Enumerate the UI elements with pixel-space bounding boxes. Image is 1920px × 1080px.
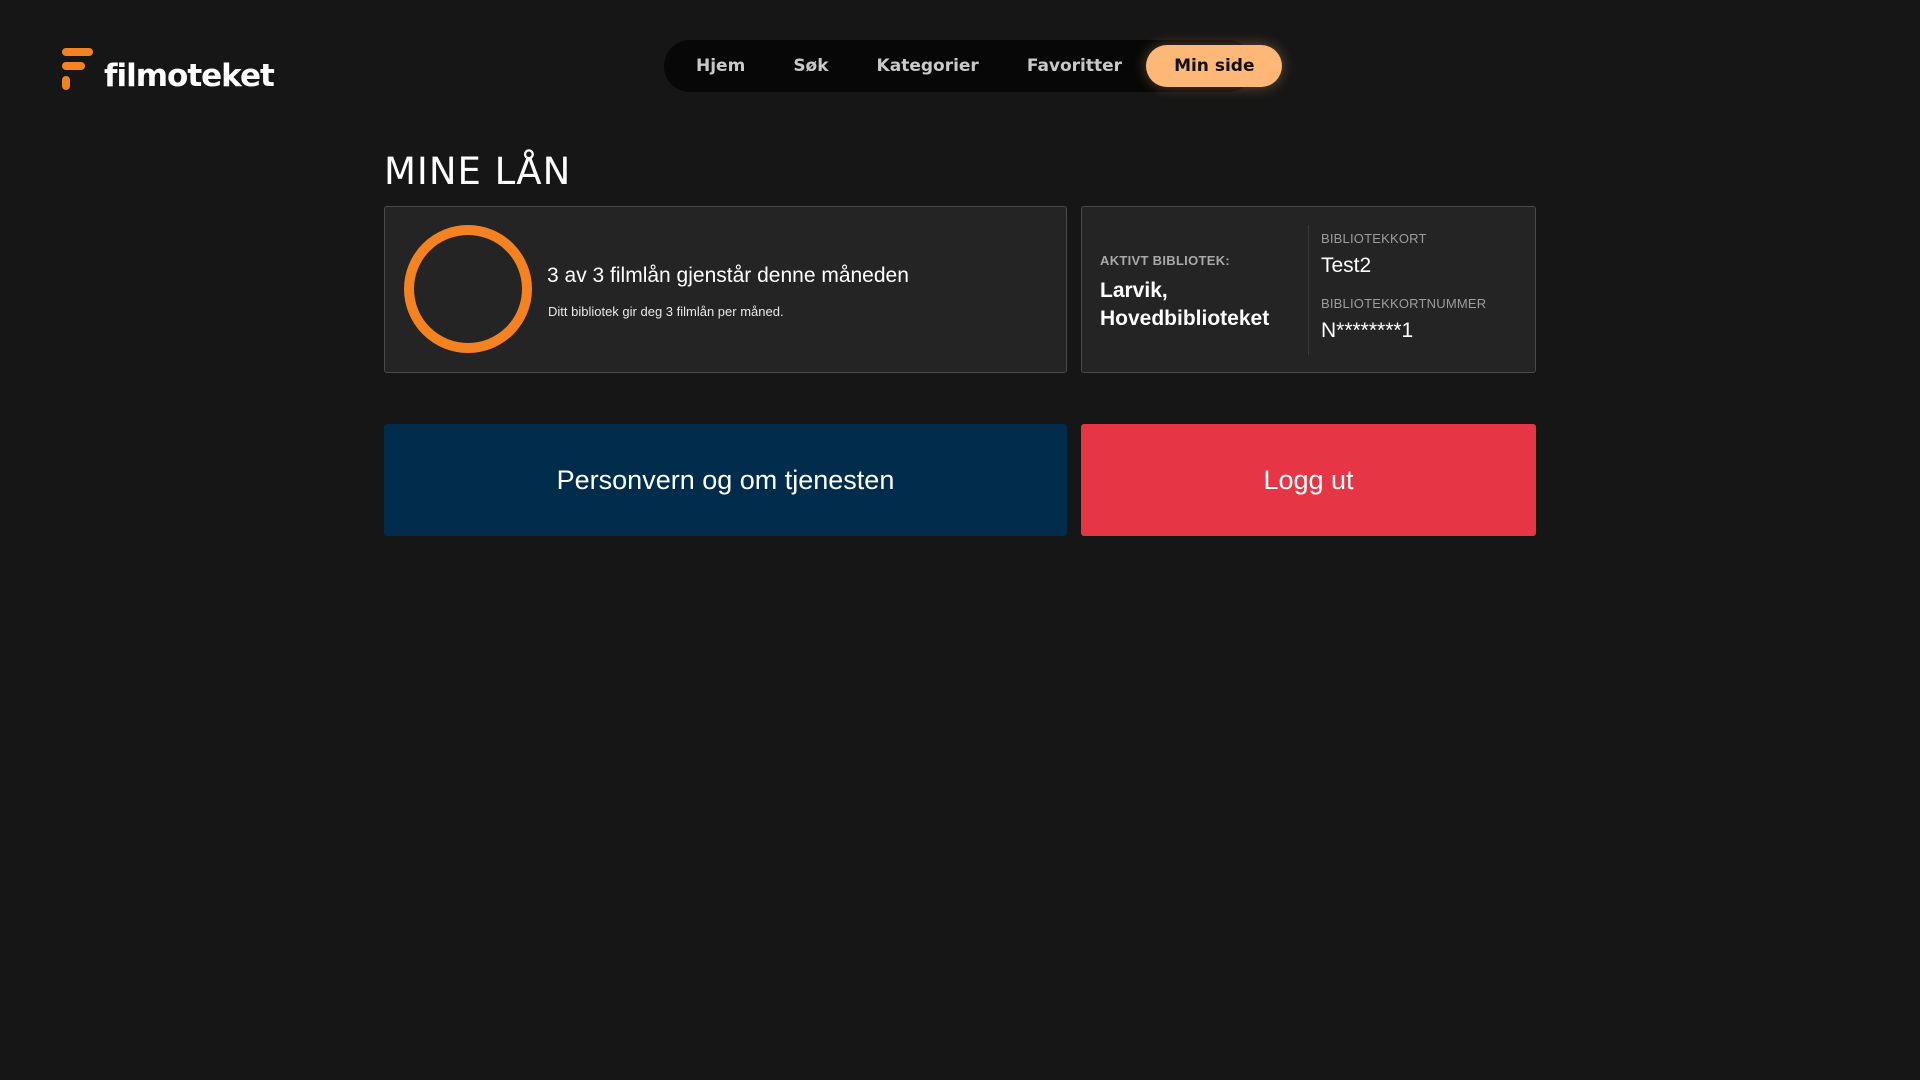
- loan-progress-arc: [404, 225, 532, 353]
- nav-item-favoritter[interactable]: Favoritter: [1003, 45, 1146, 87]
- loan-policy-text: Ditt bibliotek gir deg 3 filmlån per mån…: [548, 304, 784, 319]
- nav-item-min-side[interactable]: Min side: [1146, 45, 1283, 87]
- active-library-name: Larvik, Hovedbiblioteket: [1100, 279, 1270, 330]
- nav-item-hjem[interactable]: Hjem: [672, 45, 769, 87]
- active-library: AKTIVT BIBLIOTEK: Larvik, Hovedbibliotek…: [1100, 253, 1300, 333]
- logout-button-label: Logg ut: [1263, 464, 1354, 495]
- logo-text: filmoteket: [104, 58, 275, 94]
- main-nav: Hjem Søk Kategorier Favoritter Min side: [664, 40, 1283, 92]
- page-title: MINE LÅN: [384, 150, 572, 193]
- loan-status-card: 3 av 3 filmlån gjenstår denne måneden Di…: [384, 206, 1067, 373]
- library-card-number-label: BIBLIOTEKKORTNUMMER: [1321, 296, 1487, 311]
- library-card-number-value: N********1: [1321, 319, 1414, 342]
- privacy-button[interactable]: Personvern og om tjenesten: [384, 424, 1067, 536]
- library-info-card: AKTIVT BIBLIOTEK: Larvik, Hovedbibliotek…: [1081, 206, 1536, 373]
- filmoteket-logo[interactable]: filmoteket: [62, 42, 275, 98]
- library-card-divider: [1308, 225, 1309, 355]
- nav-item-sok[interactable]: Søk: [769, 45, 852, 87]
- privacy-button-label: Personvern og om tjenesten: [556, 464, 895, 495]
- library-card-details: BIBLIOTEKKORT Test2 BIBLIOTEKKORTNUMMER …: [1321, 231, 1531, 343]
- library-card-value: Test2: [1321, 254, 1372, 277]
- page: filmoteket Hjem Søk Kategorier Favoritte…: [0, 0, 1920, 1080]
- filmoteket-logo-icon: [62, 48, 94, 92]
- active-library-label: AKTIVT BIBLIOTEK:: [1100, 253, 1231, 268]
- loan-progress-ring: [404, 225, 532, 353]
- logout-button[interactable]: Logg ut: [1081, 424, 1536, 536]
- loan-status-text: 3 av 3 filmlån gjenstår denne måneden: [547, 264, 909, 287]
- nav-item-kategorier[interactable]: Kategorier: [853, 45, 1003, 87]
- library-card-label: BIBLIOTEKKORT: [1321, 231, 1427, 246]
